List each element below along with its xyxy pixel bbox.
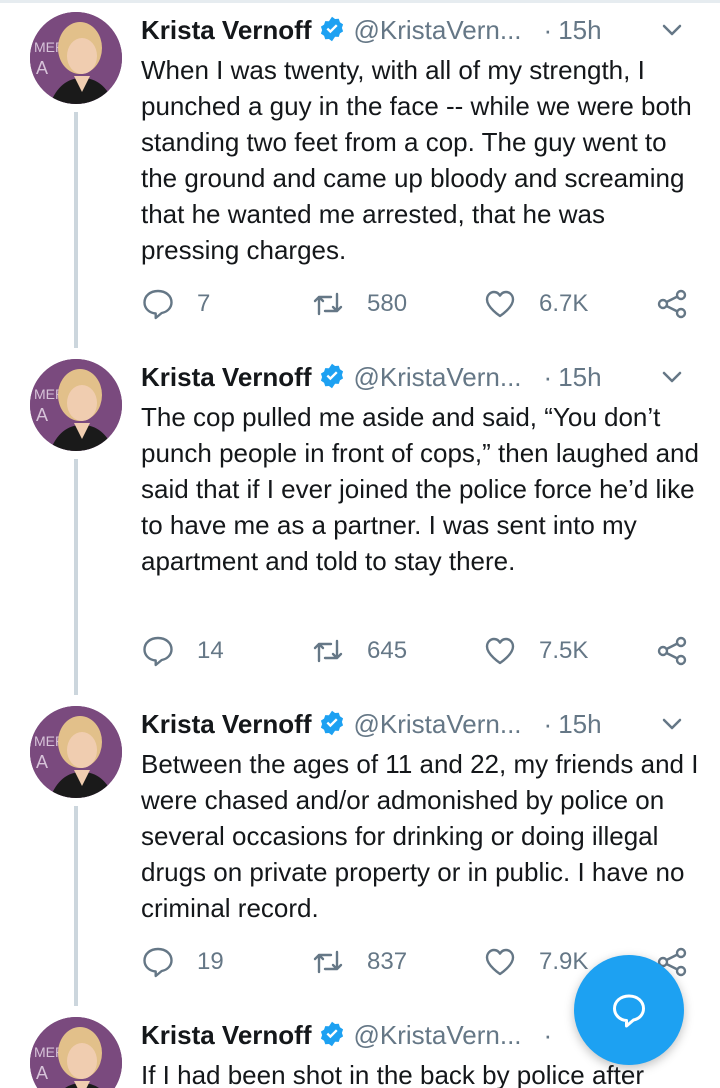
- tweet-actions: 14 645 7.5K: [141, 631, 701, 671]
- like-button[interactable]: 6.7K: [483, 284, 588, 324]
- tweet-text: Between the ages of 11 and 22, my friend…: [141, 749, 699, 923]
- thread-line: [74, 112, 78, 348]
- like-count: 6.7K: [539, 290, 589, 317]
- like-button[interactable]: 7.5K: [483, 631, 588, 671]
- tweet-text: The cop pulled me aside and said, “You d…: [141, 402, 699, 576]
- reply-icon: [143, 636, 173, 667]
- verified-badge-icon: [320, 16, 343, 42]
- svg-text:A: A: [36, 58, 48, 78]
- svg-text:A: A: [36, 752, 48, 772]
- reply-button[interactable]: 7: [141, 284, 210, 324]
- verified-badge-icon: [320, 363, 343, 389]
- reply-icon: [143, 947, 173, 978]
- author-handle[interactable]: @KristaVern...: [354, 709, 522, 739]
- avatar-photo: MER A: [30, 359, 122, 451]
- separator-dot: ·: [543, 15, 553, 45]
- retweet-icon: [313, 292, 343, 316]
- avatar-photo: MER A: [30, 12, 122, 104]
- share-button[interactable]: [655, 631, 711, 671]
- heart-icon: [485, 637, 515, 665]
- heart-icon: [485, 290, 515, 318]
- author-name[interactable]: Krista Vernoff: [141, 709, 312, 739]
- compose-reply-button[interactable]: [574, 955, 684, 1065]
- avatar-photo: MER A: [30, 706, 122, 798]
- tweet-actions: 7 580 6.7K: [141, 284, 701, 324]
- timestamp[interactable]: 15h: [558, 15, 601, 45]
- thread-line: [74, 459, 78, 695]
- reply-button[interactable]: 19: [141, 942, 224, 982]
- retweet-icon: [313, 950, 343, 974]
- share-icon: [657, 636, 687, 666]
- reply-count: 19: [197, 948, 224, 975]
- tweet-header: Krista Vernoff @KristaVern... · 15h: [141, 706, 690, 742]
- retweet-count: 645: [367, 637, 408, 664]
- reply-button[interactable]: 14: [141, 631, 224, 671]
- verified-badge-icon: [320, 1021, 343, 1047]
- avatar[interactable]: MER A: [30, 706, 122, 798]
- author-name[interactable]: Krista Vernoff: [141, 15, 312, 45]
- reply-icon: [143, 289, 173, 320]
- author-name[interactable]: Krista Vernoff: [141, 1020, 312, 1050]
- separator-dot: ·: [543, 709, 553, 739]
- retweet-button[interactable]: 580: [311, 284, 407, 324]
- tweet-header: Krista Vernoff @KristaVern... · 15h: [141, 359, 690, 395]
- share-icon: [657, 289, 687, 319]
- retweet-button[interactable]: 837: [311, 942, 407, 982]
- separator-dot: ·: [543, 1020, 553, 1050]
- tweet[interactable]: MER A Krista Vernoff @KristaVern... · 15h T…: [0, 347, 720, 695]
- retweet-count: 580: [367, 290, 408, 317]
- retweet-icon: [313, 639, 343, 663]
- reply-count: 7: [197, 290, 211, 317]
- reply-count: 14: [197, 637, 224, 664]
- tweet-thread: MER A Krista Vernoff @KristaVern... · 15h W…: [0, 0, 720, 1088]
- avatar[interactable]: MER A: [30, 359, 122, 451]
- chevron-down-icon[interactable]: [654, 706, 690, 742]
- svg-text:A: A: [36, 1063, 48, 1083]
- tweet-header: Krista Vernoff @KristaVern... · 15h: [141, 12, 690, 48]
- verified-badge-icon: [320, 710, 343, 736]
- author-handle[interactable]: @KristaVern...: [354, 15, 522, 45]
- chevron-down-icon[interactable]: [654, 12, 690, 48]
- tweet[interactable]: MER A Krista Vernoff @KristaVern... · 15h W…: [0, 0, 720, 348]
- avatar[interactable]: MER A: [30, 12, 122, 104]
- avatar-photo: MER A: [30, 1017, 122, 1088]
- retweet-count: 837: [367, 948, 408, 975]
- timestamp[interactable]: 15h: [558, 709, 601, 739]
- chevron-down-icon[interactable]: [654, 359, 690, 395]
- avatar[interactable]: MER A: [30, 1017, 122, 1088]
- timestamp[interactable]: 15h: [558, 362, 601, 392]
- author-handle[interactable]: @KristaVern...: [354, 362, 522, 392]
- like-count: 7.9K: [539, 948, 589, 975]
- tweet-text: When I was twenty, with all of my streng…: [141, 55, 692, 265]
- separator-dot: ·: [543, 362, 553, 392]
- share-button[interactable]: [655, 284, 711, 324]
- heart-icon: [485, 948, 515, 976]
- author-name[interactable]: Krista Vernoff: [141, 362, 312, 392]
- like-count: 7.5K: [539, 637, 589, 664]
- compose-reply-icon: [613, 994, 645, 1028]
- retweet-button[interactable]: 645: [311, 631, 407, 671]
- author-handle[interactable]: @KristaVern...: [354, 1020, 522, 1050]
- thread-line: [74, 806, 78, 1006]
- like-button[interactable]: 7.9K: [483, 942, 588, 982]
- svg-text:A: A: [36, 405, 48, 425]
